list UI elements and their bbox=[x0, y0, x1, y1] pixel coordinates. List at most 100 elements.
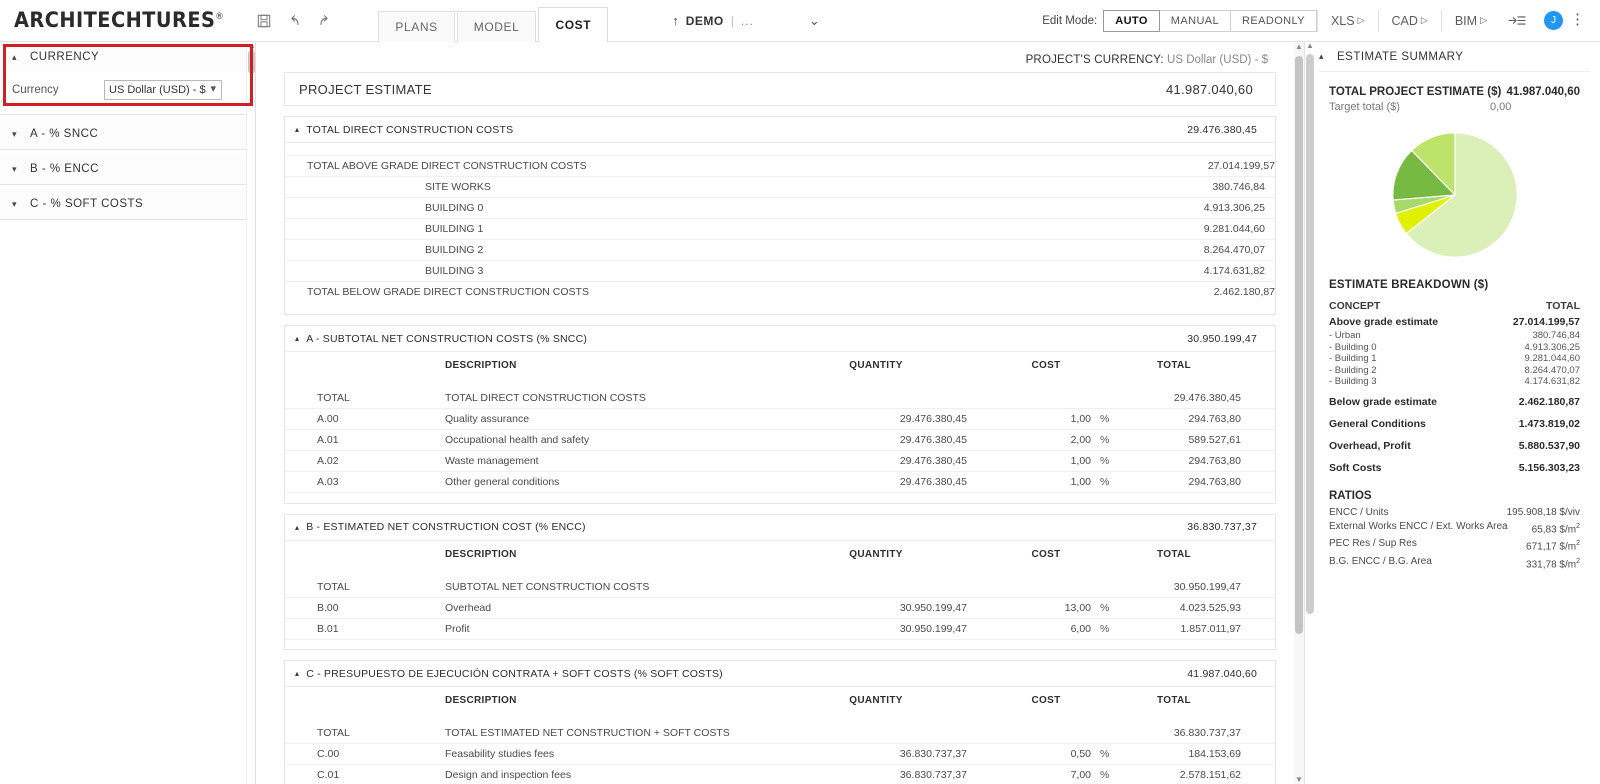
estimate-summary-header[interactable]: ▴ ESTIMATE SUMMARY bbox=[1319, 42, 1590, 72]
table-header-row: DESCRIPTION QUANTITY COST TOTAL bbox=[285, 352, 1275, 378]
col-blank bbox=[285, 541, 405, 567]
row-cost[interactable]: 1,00 bbox=[1001, 451, 1091, 472]
section-b-header[interactable]: ▴ B - ESTIMATED NET CONSTRUCTION COST (%… bbox=[285, 515, 1275, 541]
project-estimate-bar: PROJECT ESTIMATE 41.987.040,60 bbox=[285, 73, 1275, 105]
project-name: DEMO bbox=[686, 14, 724, 28]
row-cost[interactable]: 0,50 bbox=[1001, 744, 1091, 765]
export-list-icon[interactable] bbox=[1500, 14, 1534, 27]
export-xls-button[interactable]: XLS ▷ bbox=[1317, 10, 1378, 32]
breakdown-sub-label: - Building 0 bbox=[1329, 342, 1525, 354]
table-row[interactable]: C.01 Design and inspection fees 36.830.7… bbox=[285, 765, 1275, 784]
table-row[interactable]: A.01 Occupational health and safety 29.4… bbox=[285, 430, 1275, 451]
col-blank bbox=[285, 352, 405, 378]
accordion-currency-label: CURRENCY bbox=[30, 51, 99, 63]
row-qty bbox=[811, 723, 1001, 744]
breakdown-sub-building-2: - Building 2 8.264.470,07 bbox=[1329, 365, 1580, 377]
more-options-icon[interactable]: ⋮ bbox=[1570, 15, 1588, 26]
export-bim-button[interactable]: BIM ▷ bbox=[1441, 10, 1500, 32]
row-code: TOTAL bbox=[285, 577, 405, 598]
breakdown-sub-value: 4.174.631,82 bbox=[1525, 376, 1580, 388]
breakdown-label: General Conditions bbox=[1329, 418, 1519, 430]
row-cost bbox=[1001, 723, 1091, 744]
accordion-sncc-header[interactable]: ▾ A - % SNCC bbox=[0, 119, 255, 149]
row-cost[interactable]: 13,00 bbox=[1001, 597, 1091, 618]
scrollbar-thumb[interactable] bbox=[248, 50, 255, 74]
section-a-header[interactable]: ▴ A - SUBTOTAL NET CONSTRUCTION COSTS (%… bbox=[285, 326, 1275, 352]
chevron-down-icon[interactable]: ⌄ bbox=[809, 13, 820, 29]
row-desc: Profit bbox=[405, 618, 811, 639]
section-a-table: DESCRIPTION QUANTITY COST TOTAL TOTAL TO… bbox=[285, 352, 1275, 503]
row-pct bbox=[1091, 388, 1125, 409]
tab-model[interactable]: MODEL bbox=[457, 11, 537, 43]
edit-mode-group: AUTO MANUAL READONLY bbox=[1104, 10, 1317, 32]
tab-cost[interactable]: COST bbox=[538, 7, 608, 43]
table-row[interactable]: A.00 Quality assurance 29.476.380,45 1,0… bbox=[285, 409, 1275, 430]
row-desc: SUBTOTAL NET CONSTRUCTION COSTS bbox=[405, 577, 811, 598]
scrollbar-thumb[interactable] bbox=[1295, 56, 1303, 634]
currency-field-row: Currency US Dollar (USD) - $ bbox=[0, 72, 255, 114]
chevron-up-icon: ▴ bbox=[295, 334, 299, 343]
undo-icon[interactable] bbox=[286, 13, 302, 29]
project-subtitle: ... bbox=[741, 14, 754, 28]
scroll-up-icon[interactable]: ▲ bbox=[248, 41, 256, 50]
target-total-row: Target total ($) 0,00 bbox=[1329, 101, 1580, 113]
accordion-currency-header[interactable]: ▴ CURRENCY bbox=[0, 42, 255, 72]
edit-mode-manual[interactable]: MANUAL bbox=[1159, 10, 1231, 32]
table-row[interactable]: A.02 Waste management 29.476.380,45 1,00… bbox=[285, 451, 1275, 472]
row-cost[interactable]: 1,00 bbox=[1001, 409, 1091, 430]
row-cost[interactable]: 7,00 bbox=[1001, 765, 1091, 784]
table-row[interactable]: C.00 Feasability studies fees 36.830.737… bbox=[285, 744, 1275, 765]
save-icon[interactable] bbox=[256, 13, 272, 29]
accordion-encc-header[interactable]: ▾ B - % ENCC bbox=[0, 154, 255, 184]
estimate-pie-chart bbox=[1329, 125, 1580, 265]
section-c-header[interactable]: ▴ C - PRESUPUESTO DE EJECUCIÓN CONTRATA … bbox=[285, 661, 1275, 687]
right-sidebar-scrollbar[interactable]: ▲ bbox=[1305, 42, 1315, 784]
avatar[interactable]: J bbox=[1544, 11, 1563, 30]
row-cost[interactable]: 6,00 bbox=[1001, 618, 1091, 639]
tab-plans[interactable]: PLANS bbox=[378, 11, 454, 43]
table-header-row: DESCRIPTION QUANTITY COST TOTAL bbox=[285, 687, 1275, 713]
direct-costs-card: ▴ TOTAL DIRECT CONSTRUCTION COSTS 29.476… bbox=[284, 116, 1276, 315]
project-estimate-value: 41.987.040,60 bbox=[1166, 82, 1261, 97]
col-pct bbox=[1091, 541, 1125, 567]
row-cost[interactable]: 1,00 bbox=[1001, 472, 1091, 493]
section-a-title: A - SUBTOTAL NET CONSTRUCTION COSTS (% S… bbox=[306, 333, 1187, 345]
scroll-up-icon[interactable]: ▲ bbox=[1295, 42, 1303, 51]
breakdown-sub-value: 9.281.044,60 bbox=[1525, 353, 1580, 365]
table-spacer bbox=[285, 639, 1275, 649]
export-cad-button[interactable]: CAD ▷ bbox=[1378, 10, 1441, 32]
table-row[interactable]: B.01 Profit 30.950.199,47 6,00 % 1.857.0… bbox=[285, 618, 1275, 639]
breakdown-value: 1.473.819,02 bbox=[1519, 418, 1580, 430]
row-desc: Feasability studies fees bbox=[405, 744, 811, 765]
table-row[interactable]: A.03 Other general conditions 29.476.380… bbox=[285, 472, 1275, 493]
scroll-down-icon[interactable]: ▼ bbox=[1295, 775, 1303, 784]
row-qty: 36.830.737,37 bbox=[811, 765, 1001, 784]
total-project-estimate-value: 41.987.040,60 bbox=[1506, 86, 1580, 98]
scrollbar-thumb[interactable] bbox=[1306, 54, 1314, 614]
scroll-up-icon[interactable]: ▲ bbox=[1306, 41, 1314, 50]
table-header-row: DESCRIPTION QUANTITY COST TOTAL bbox=[285, 541, 1275, 567]
direct-costs-header[interactable]: ▴ TOTAL DIRECT CONSTRUCTION COSTS 29.476… bbox=[285, 117, 1275, 143]
row-cost[interactable]: 2,00 bbox=[1001, 430, 1091, 451]
row-pct: % bbox=[1091, 472, 1125, 493]
main-scrollbar[interactable]: ▲ ▼ bbox=[1294, 42, 1304, 784]
left-sidebar-scrollbar[interactable]: ▲ bbox=[246, 42, 255, 784]
redo-icon[interactable] bbox=[316, 13, 332, 29]
edit-mode-readonly[interactable]: READONLY bbox=[1230, 10, 1317, 32]
building-0-value: 4.913.306,25 bbox=[1105, 202, 1275, 214]
ratio-unit-sup: 2 bbox=[1576, 523, 1580, 530]
project-estimate-label: PROJECT ESTIMATE bbox=[299, 82, 1166, 97]
currency-select[interactable]: US Dollar (USD) - $ bbox=[104, 80, 222, 100]
upload-arrow-icon[interactable]: ↑ bbox=[672, 13, 679, 28]
row-total: 2.578.151,62 bbox=[1125, 765, 1275, 784]
table-row[interactable]: B.00 Overhead 30.950.199,47 13,00 % 4.02… bbox=[285, 597, 1275, 618]
breakdown-row-below-grade: Below grade estimate 2.462.180,87 bbox=[1329, 394, 1580, 410]
edit-mode-auto[interactable]: AUTO bbox=[1103, 10, 1160, 32]
breakdown-col-concept: CONCEPT bbox=[1329, 300, 1546, 312]
table-row: TOTAL TOTAL DIRECT CONSTRUCTION COSTS 29… bbox=[285, 388, 1275, 409]
section-c-table: DESCRIPTION QUANTITY COST TOTAL TOTAL TO… bbox=[285, 687, 1275, 784]
accordion-soft-costs-header[interactable]: ▾ C - % SOFT COSTS bbox=[0, 189, 255, 219]
ratio-value: 65,83 $/m2 bbox=[1532, 520, 1580, 537]
total-project-estimate-label: TOTAL PROJECT ESTIMATE ($) bbox=[1329, 86, 1506, 98]
accordion-encc-label: B - % ENCC bbox=[30, 163, 99, 175]
